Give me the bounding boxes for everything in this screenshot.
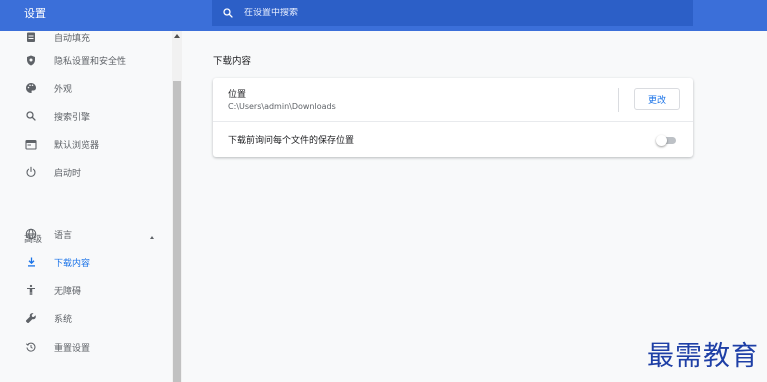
sidebar-item-appearance[interactable]: 外观 bbox=[0, 74, 172, 102]
sidebar: 自动填充 隐私设置和安全性 外观 搜索引擎 默认浏览器 启动时 高级 语言 下载… bbox=[0, 31, 182, 382]
page-title: 下载内容 bbox=[213, 56, 252, 67]
top-bar: 设置 bbox=[0, 0, 767, 31]
sidebar-item-label: 语言 bbox=[54, 230, 73, 241]
search-box[interactable] bbox=[212, 0, 693, 26]
wrench-icon bbox=[24, 311, 38, 325]
divider bbox=[618, 88, 619, 112]
sidebar-item-label: 外观 bbox=[54, 84, 73, 95]
ask-location-toggle[interactable] bbox=[656, 135, 676, 146]
download-icon bbox=[24, 255, 38, 269]
accessibility-icon bbox=[24, 283, 38, 297]
shield-icon bbox=[24, 53, 38, 67]
sidebar-item-languages-row[interactable]: 语言 bbox=[0, 220, 172, 248]
sidebar-item-label: 启动时 bbox=[54, 168, 82, 179]
sidebar-item-privacy[interactable]: 隐私设置和安全性 bbox=[0, 46, 172, 74]
scroll-up-arrow-icon[interactable] bbox=[174, 34, 180, 38]
sidebar-item-label: 重置设置 bbox=[54, 343, 91, 354]
sidebar-item-label: 系统 bbox=[54, 314, 73, 325]
sidebar-item-label: 自动填充 bbox=[54, 33, 91, 44]
toggle-knob bbox=[656, 135, 667, 146]
search-icon bbox=[24, 109, 38, 123]
downloads-card: 位置 C:\Users\admin\Downloads 更改 下载前询问每个文件… bbox=[213, 78, 693, 157]
sidebar-item-label: 默认浏览器 bbox=[54, 140, 100, 151]
ask-location-row[interactable]: 下载前询问每个文件的保存位置 bbox=[213, 122, 693, 157]
sidebar-item-label: 隐私设置和安全性 bbox=[54, 56, 127, 67]
power-icon bbox=[24, 165, 38, 179]
clipboard-icon bbox=[24, 31, 38, 44]
history-icon bbox=[24, 340, 38, 354]
location-path: C:\Users\admin\Downloads bbox=[228, 102, 336, 111]
browser-icon bbox=[24, 137, 38, 151]
palette-icon bbox=[24, 81, 38, 95]
search-icon bbox=[222, 7, 235, 20]
sidebar-item-default-browser[interactable]: 默认浏览器 bbox=[0, 130, 172, 158]
change-location-button[interactable]: 更改 bbox=[634, 88, 680, 110]
sidebar-item-label: 下载内容 bbox=[54, 258, 91, 269]
location-label: 位置 bbox=[228, 90, 247, 100]
sidebar-item-label: 无障碍 bbox=[54, 286, 82, 297]
sidebar-item-search-engine[interactable]: 搜索引擎 bbox=[0, 102, 172, 130]
sidebar-item-label: 搜索引擎 bbox=[54, 112, 91, 123]
sidebar-scrollbar-thumb[interactable] bbox=[173, 81, 181, 382]
main-content: 下载内容 位置 C:\Users\admin\Downloads 更改 下载前询… bbox=[182, 31, 767, 382]
app-title: 设置 bbox=[24, 7, 46, 20]
globe-icon bbox=[24, 227, 38, 241]
watermark-logo: 最需教育 bbox=[647, 341, 759, 372]
sidebar-item-accessibility[interactable]: 无障碍 bbox=[0, 276, 172, 304]
sidebar-item-system[interactable]: 系统 bbox=[0, 304, 172, 332]
sidebar-item-reset[interactable]: 重置设置 bbox=[0, 333, 172, 361]
search-input[interactable] bbox=[244, 8, 693, 18]
sidebar-item-on-startup[interactable]: 启动时 bbox=[0, 158, 172, 186]
ask-location-label: 下载前询问每个文件的保存位置 bbox=[228, 136, 355, 146]
location-row: 位置 C:\Users\admin\Downloads 更改 bbox=[213, 78, 693, 122]
sidebar-item-downloads[interactable]: 下载内容 bbox=[0, 248, 172, 276]
